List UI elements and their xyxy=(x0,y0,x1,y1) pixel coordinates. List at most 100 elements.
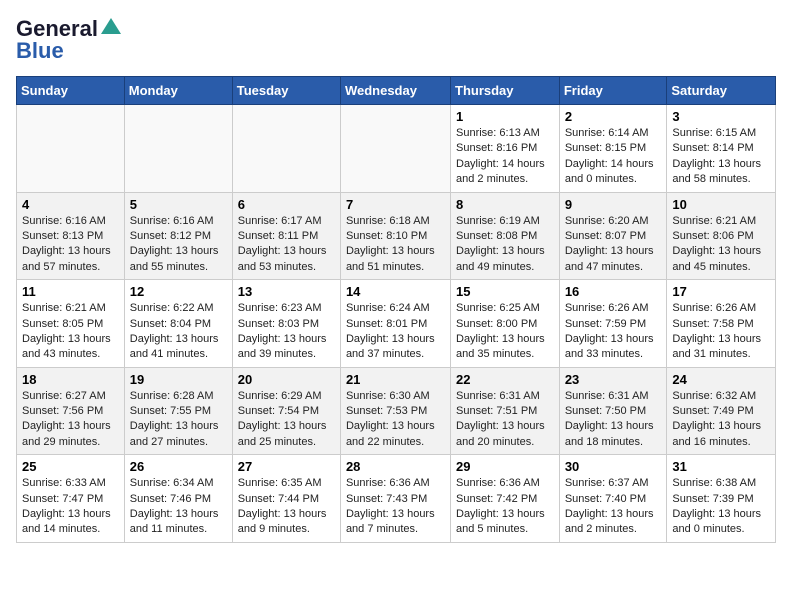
day-number: 3 xyxy=(672,109,770,124)
calendar-cell: 21 Sunrise: 6:30 AM Sunset: 7:53 PM Dayli… xyxy=(340,367,450,455)
calendar-cell: 8 Sunrise: 6:19 AM Sunset: 8:08 PM Daylig… xyxy=(451,192,560,280)
header-day: Saturday xyxy=(667,77,776,105)
calendar-cell: 11 Sunrise: 6:21 AM Sunset: 8:05 PM Dayli… xyxy=(17,280,125,368)
calendar-cell: 23Sunrise: 6:31 AM Sunset: 7:50 PM Dayli… xyxy=(559,367,667,455)
day-number: 20 xyxy=(238,372,335,387)
calendar-cell: 9 Sunrise: 6:20 AM Sunset: 8:07 PM Daylig… xyxy=(559,192,667,280)
logo-blue: Blue xyxy=(16,38,64,64)
day-info: Sunrise: 6:31 AM Sunset: 7:51 PM Dayligh… xyxy=(456,389,554,451)
header-day: Friday xyxy=(559,77,667,105)
day-info: Sunrise: 6:22 AM Sunset: 8:04 PM Dayligh… xyxy=(130,301,227,363)
header-day: Sunday xyxy=(17,77,125,105)
day-info: Sunrise: 6:16 AM Sunset: 8:12 PM Dayligh… xyxy=(130,214,227,276)
day-info: Sunrise: 6:25 AM Sunset: 8:00 PM Dayligh… xyxy=(456,301,554,363)
day-info: Sunrise: 6:36 AM Sunset: 7:42 PM Dayligh… xyxy=(456,476,554,538)
day-number: 6 xyxy=(238,197,335,212)
day-info: Sunrise: 6:14 AM Sunset: 8:15 PM Dayligh… xyxy=(565,126,662,188)
calendar-cell xyxy=(340,105,450,193)
calendar-cell: 4 Sunrise: 6:16 AM Sunset: 8:13 PM Daylig… xyxy=(17,192,125,280)
day-info: Sunrise: 6:32 AM Sunset: 7:49 PM Dayligh… xyxy=(672,389,770,451)
day-number: 22 xyxy=(456,372,554,387)
day-info: Sunrise: 6:21 AM Sunset: 8:05 PM Dayligh… xyxy=(22,301,119,363)
day-info: Sunrise: 6:37 AM Sunset: 7:40 PM Dayligh… xyxy=(565,476,662,538)
day-number: 23 xyxy=(565,372,662,387)
day-info: Sunrise: 6:38 AM Sunset: 7:39 PM Dayligh… xyxy=(672,476,770,538)
calendar-cell xyxy=(17,105,125,193)
header-day: Wednesday xyxy=(340,77,450,105)
day-number: 4 xyxy=(22,197,119,212)
day-number: 26 xyxy=(130,459,227,474)
day-info: Sunrise: 6:30 AM Sunset: 7:53 PM Dayligh… xyxy=(346,389,445,451)
calendar-cell: 26 Sunrise: 6:34 AM Sunset: 7:46 PM Dayli… xyxy=(124,455,232,543)
day-number: 16 xyxy=(565,284,662,299)
day-number: 2 xyxy=(565,109,662,124)
calendar-cell: 29 Sunrise: 6:36 AM Sunset: 7:42 PM Dayli… xyxy=(451,455,560,543)
day-info: Sunrise: 6:15 AM Sunset: 8:14 PM Dayligh… xyxy=(672,126,770,188)
calendar-cell: 28Sunrise: 6:36 AM Sunset: 7:43 PM Dayli… xyxy=(340,455,450,543)
calendar-cell: 12 Sunrise: 6:22 AM Sunset: 8:04 PM Dayli… xyxy=(124,280,232,368)
logo-icon xyxy=(100,16,122,38)
day-info: Sunrise: 6:26 AM Sunset: 7:58 PM Dayligh… xyxy=(672,301,770,363)
header-day: Monday xyxy=(124,77,232,105)
day-info: Sunrise: 6:13 AM Sunset: 8:16 PM Dayligh… xyxy=(456,126,554,188)
calendar-cell: 31Sunrise: 6:38 AM Sunset: 7:39 PM Dayli… xyxy=(667,455,776,543)
calendar-cell: 5Sunrise: 6:16 AM Sunset: 8:12 PM Daylig… xyxy=(124,192,232,280)
calendar-row: 1 Sunrise: 6:13 AM Sunset: 8:16 PM Daylig… xyxy=(17,105,776,193)
calendar-cell: 19 Sunrise: 6:28 AM Sunset: 7:55 PM Dayli… xyxy=(124,367,232,455)
calendar-table: SundayMondayTuesdayWednesdayThursdayFrid… xyxy=(16,76,776,543)
day-number: 12 xyxy=(130,284,227,299)
calendar-cell: 6 Sunrise: 6:17 AM Sunset: 8:11 PM Daylig… xyxy=(232,192,340,280)
day-number: 27 xyxy=(238,459,335,474)
day-number: 21 xyxy=(346,372,445,387)
day-info: Sunrise: 6:17 AM Sunset: 8:11 PM Dayligh… xyxy=(238,214,335,276)
calendar-cell: 15Sunrise: 6:25 AM Sunset: 8:00 PM Dayli… xyxy=(451,280,560,368)
calendar-cell: 2 Sunrise: 6:14 AM Sunset: 8:15 PM Daylig… xyxy=(559,105,667,193)
calendar-cell: 17 Sunrise: 6:26 AM Sunset: 7:58 PM Dayli… xyxy=(667,280,776,368)
calendar-cell: 27Sunrise: 6:35 AM Sunset: 7:44 PM Dayli… xyxy=(232,455,340,543)
calendar-row: 18Sunrise: 6:27 AM Sunset: 7:56 PM Dayli… xyxy=(17,367,776,455)
calendar-cell xyxy=(124,105,232,193)
day-number: 28 xyxy=(346,459,445,474)
day-info: Sunrise: 6:34 AM Sunset: 7:46 PM Dayligh… xyxy=(130,476,227,538)
day-info: Sunrise: 6:20 AM Sunset: 8:07 PM Dayligh… xyxy=(565,214,662,276)
calendar-cell: 3 Sunrise: 6:15 AM Sunset: 8:14 PM Daylig… xyxy=(667,105,776,193)
calendar-cell: 22 Sunrise: 6:31 AM Sunset: 7:51 PM Dayli… xyxy=(451,367,560,455)
day-info: Sunrise: 6:33 AM Sunset: 7:47 PM Dayligh… xyxy=(22,476,119,538)
day-info: Sunrise: 6:21 AM Sunset: 8:06 PM Dayligh… xyxy=(672,214,770,276)
day-number: 7 xyxy=(346,197,445,212)
day-info: Sunrise: 6:19 AM Sunset: 8:08 PM Dayligh… xyxy=(456,214,554,276)
day-info: Sunrise: 6:28 AM Sunset: 7:55 PM Dayligh… xyxy=(130,389,227,451)
day-number: 9 xyxy=(565,197,662,212)
day-number: 8 xyxy=(456,197,554,212)
day-number: 17 xyxy=(672,284,770,299)
day-info: Sunrise: 6:24 AM Sunset: 8:01 PM Dayligh… xyxy=(346,301,445,363)
day-info: Sunrise: 6:27 AM Sunset: 7:56 PM Dayligh… xyxy=(22,389,119,451)
day-info: Sunrise: 6:29 AM Sunset: 7:54 PM Dayligh… xyxy=(238,389,335,451)
calendar-cell: 10 Sunrise: 6:21 AM Sunset: 8:06 PM Dayli… xyxy=(667,192,776,280)
calendar-cell: 13Sunrise: 6:23 AM Sunset: 8:03 PM Dayli… xyxy=(232,280,340,368)
calendar-cell: 18Sunrise: 6:27 AM Sunset: 7:56 PM Dayli… xyxy=(17,367,125,455)
calendar-header: SundayMondayTuesdayWednesdayThursdayFrid… xyxy=(17,77,776,105)
day-info: Sunrise: 6:26 AM Sunset: 7:59 PM Dayligh… xyxy=(565,301,662,363)
calendar-cell: 20 Sunrise: 6:29 AM Sunset: 7:54 PM Dayli… xyxy=(232,367,340,455)
header-day: Thursday xyxy=(451,77,560,105)
calendar-cell: 24Sunrise: 6:32 AM Sunset: 7:49 PM Dayli… xyxy=(667,367,776,455)
day-number: 25 xyxy=(22,459,119,474)
header: General Blue xyxy=(16,16,776,64)
calendar-cell xyxy=(232,105,340,193)
day-info: Sunrise: 6:16 AM Sunset: 8:13 PM Dayligh… xyxy=(22,214,119,276)
day-number: 10 xyxy=(672,197,770,212)
logo: General Blue xyxy=(16,16,122,64)
header-row: SundayMondayTuesdayWednesdayThursdayFrid… xyxy=(17,77,776,105)
day-info: Sunrise: 6:18 AM Sunset: 8:10 PM Dayligh… xyxy=(346,214,445,276)
day-number: 11 xyxy=(22,284,119,299)
day-number: 14 xyxy=(346,284,445,299)
day-number: 29 xyxy=(456,459,554,474)
calendar-cell: 16 Sunrise: 6:26 AM Sunset: 7:59 PM Dayli… xyxy=(559,280,667,368)
day-number: 19 xyxy=(130,372,227,387)
calendar-cell: 7 Sunrise: 6:18 AM Sunset: 8:10 PM Daylig… xyxy=(340,192,450,280)
header-day: Tuesday xyxy=(232,77,340,105)
day-number: 1 xyxy=(456,109,554,124)
calendar-cell: 25 Sunrise: 6:33 AM Sunset: 7:47 PM Dayli… xyxy=(17,455,125,543)
calendar-row: 25 Sunrise: 6:33 AM Sunset: 7:47 PM Dayli… xyxy=(17,455,776,543)
